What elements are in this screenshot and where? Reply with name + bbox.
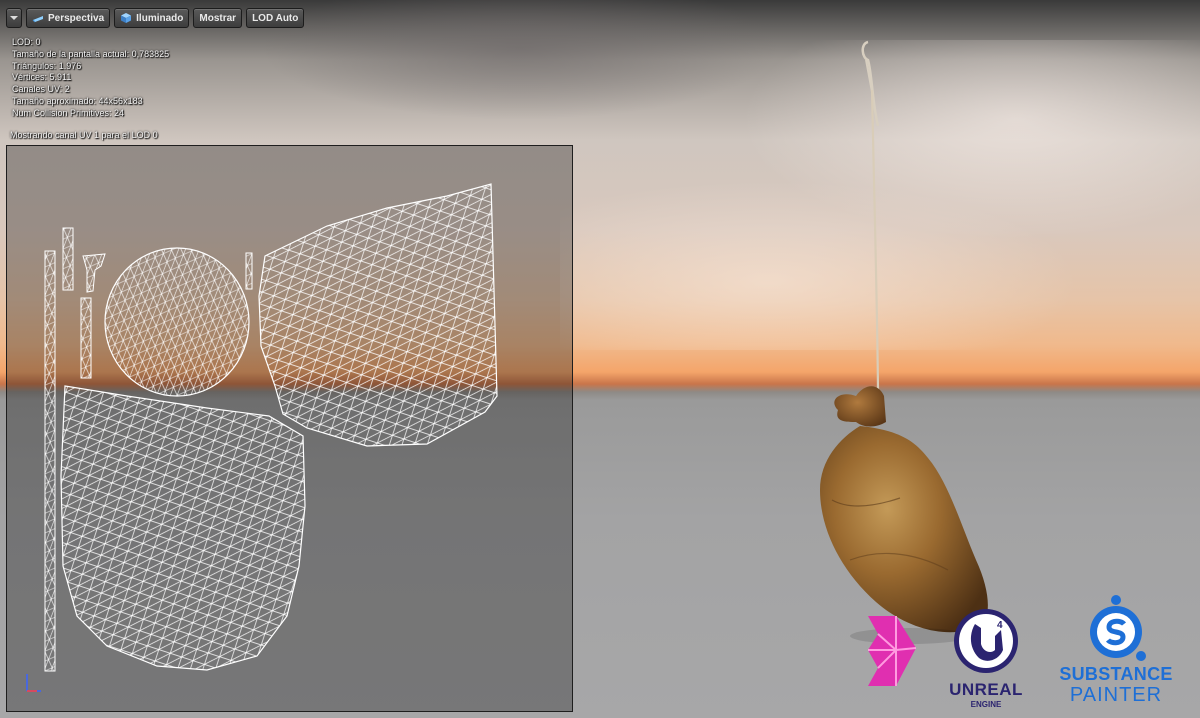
uv-small-piece (82, 253, 106, 293)
perspective-button[interactable]: Perspectiva (26, 8, 111, 28)
uv-body-island-bottom (60, 385, 306, 671)
uv-body-island-top (258, 183, 498, 447)
substance-painter-logo: SUBSTANCE PAINTER (1046, 592, 1186, 712)
viewport-options-button[interactable] (6, 8, 22, 28)
dropdown-arrow-icon (10, 16, 18, 20)
lit-label: Iluminado (136, 12, 184, 24)
mesh-stats-overlay: LOD: 0 Tamaño de la pantalla actual: 0,7… (12, 37, 169, 120)
uv-layout-panel (6, 145, 573, 712)
stat-lod: LOD: 0 (12, 37, 41, 47)
uv-channel-caption: Mostrando canal UV 1 para el LOD 0 (10, 130, 158, 140)
stat-approx-size: Tamaño aproximado: 44x56x183 (12, 95, 143, 106)
uv-strip (245, 252, 253, 290)
stat-uv-channels: Canales UV: 2 (12, 84, 70, 95)
unreal-engine-logo: 4 UNREAL ENGINE (938, 604, 1034, 712)
lod-label: LOD Auto (252, 12, 299, 24)
axis-gizmo (26, 674, 41, 692)
svg-text:4: 4 (997, 620, 1003, 631)
uv-strip (62, 227, 74, 291)
unreal-wordmark: UNREAL (949, 680, 1023, 699)
lit-button[interactable]: Iluminado (114, 8, 190, 28)
engine-wordmark: ENGINE (970, 700, 1002, 709)
uv-circle-island (104, 247, 250, 397)
hanging-sack-mesh (820, 40, 988, 644)
lit-cube-icon (121, 13, 132, 23)
perspective-label: Perspectiva (48, 12, 105, 24)
painter-wordmark: PAINTER (1069, 684, 1163, 706)
stat-triangles: Triángulos: 1.976 (12, 60, 82, 71)
lod-auto-button[interactable]: LOD Auto (246, 8, 305, 28)
stat-vertices: Vértices: 5.911 (12, 72, 72, 83)
uv-strip (80, 297, 92, 379)
sack-body (820, 426, 988, 633)
substance-wordmark: SUBSTANCE (1059, 664, 1173, 684)
uv-wireframe (26, 183, 498, 692)
3d-logo-icon (868, 616, 917, 686)
show-label: Mostrar (199, 12, 237, 24)
sky-cloud (260, 0, 780, 120)
substance-painter-icon (1090, 595, 1146, 661)
perspective-icon (32, 16, 43, 23)
unreal-engine-icon: 4 (954, 609, 1018, 673)
viewport-toolbar: Perspectiva Iluminado Mostrar LOD Auto (6, 8, 305, 28)
sack-knot (834, 386, 886, 427)
stat-screen-size: Tamaño de la pantalla actual: 0,783825 (12, 48, 170, 59)
rope (870, 89, 880, 391)
uv-strip (44, 250, 56, 672)
stat-collision: Num Collision Primitives: 24 (12, 107, 125, 118)
show-button[interactable]: Mostrar (193, 8, 243, 28)
